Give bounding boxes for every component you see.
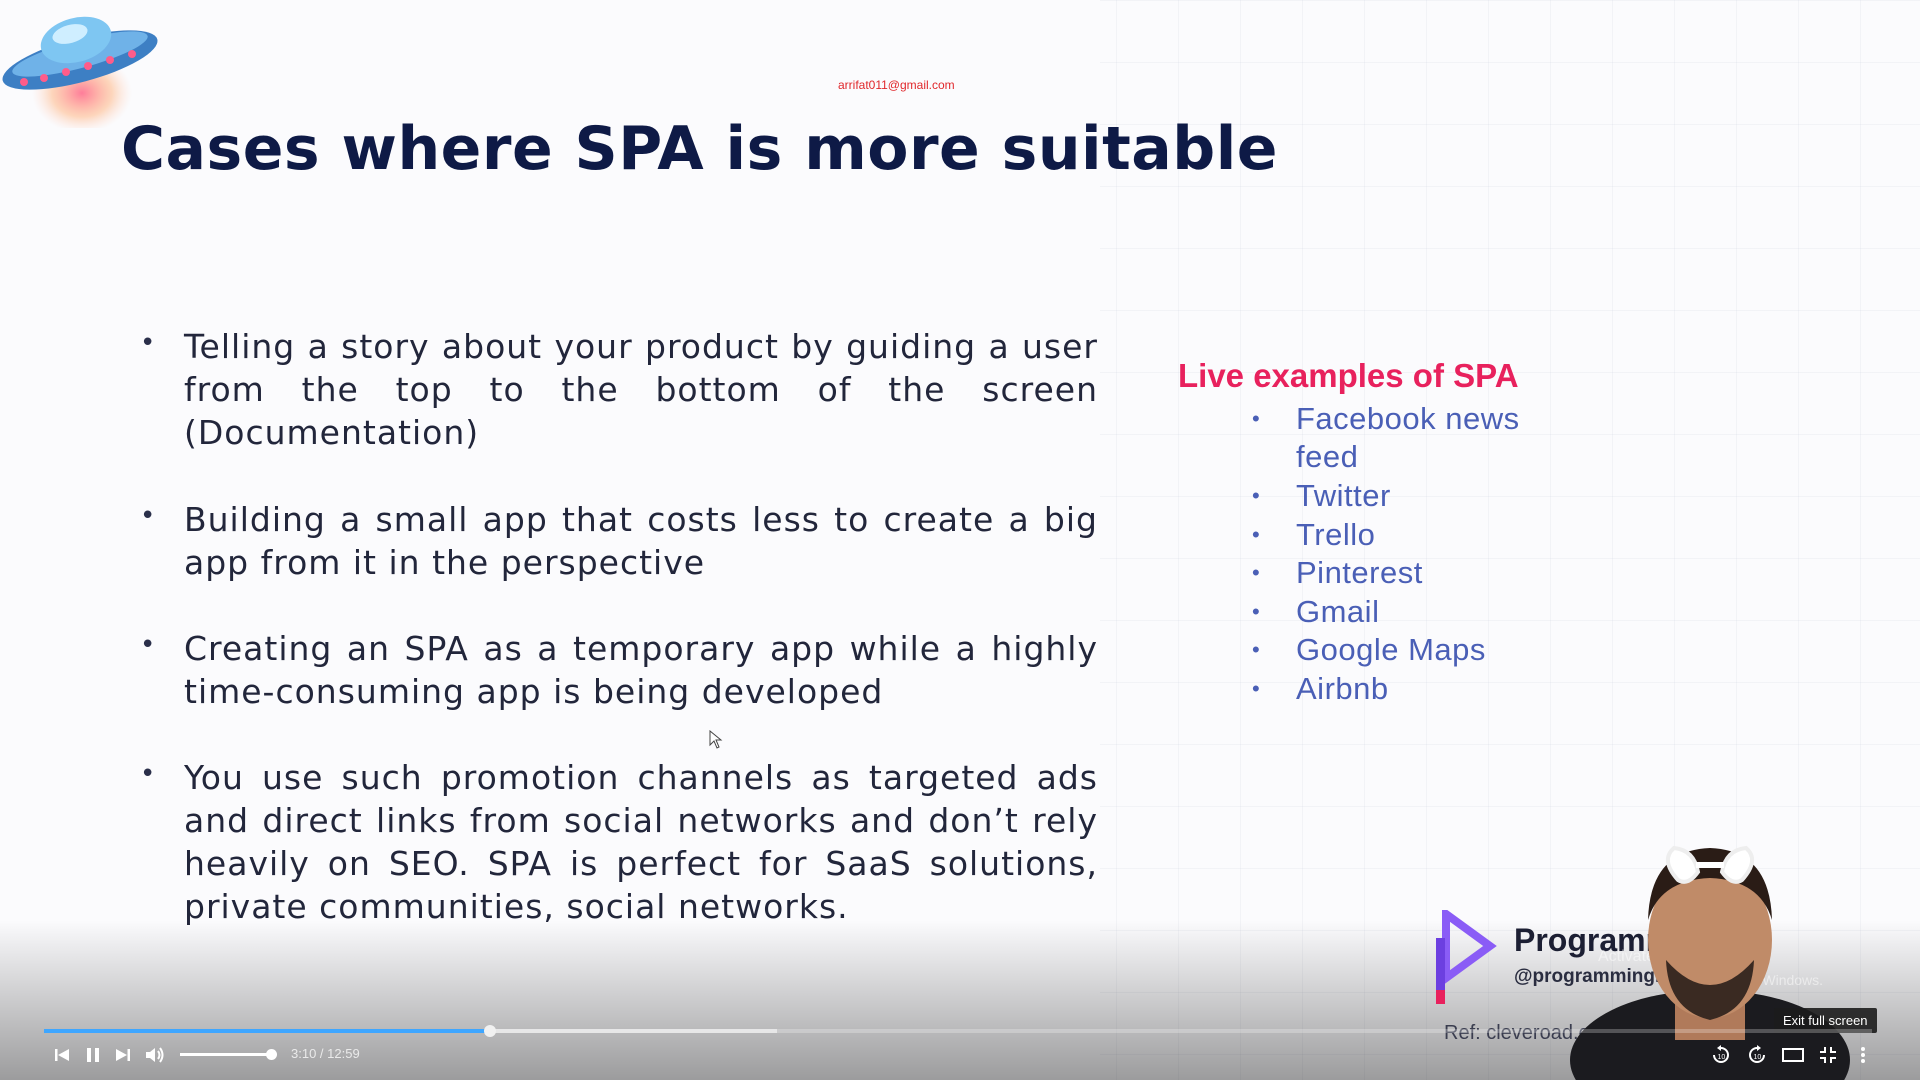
rewind-icon: 10 <box>1713 1045 1729 1063</box>
slide-title: Cases where SPA is more suitable <box>121 114 1278 184</box>
example-item: • Facebook news feed <box>1252 400 1652 477</box>
next-button[interactable] <box>111 1043 135 1067</box>
volume-icon <box>146 1047 164 1063</box>
bullet-text: Building a small app that costs less to … <box>184 500 1098 582</box>
bullet-dot: • <box>1252 483 1260 508</box>
svg-text:10: 10 <box>1718 1054 1726 1061</box>
bullet-dot: • <box>1252 675 1260 701</box>
volume-slider[interactable] <box>180 1053 272 1056</box>
bullet-text: Telling a story about your product by gu… <box>184 327 1098 452</box>
theater-mode-button[interactable] <box>1781 1043 1805 1067</box>
example-text: Facebook news feed <box>1296 401 1520 474</box>
bullet-dot: • <box>1252 560 1260 585</box>
bullet-dot: • <box>1252 521 1260 547</box>
bullet-dot: • <box>1252 406 1260 431</box>
bullet-dot: • <box>140 759 156 789</box>
forward-button[interactable]: 10 <box>1745 1043 1769 1067</box>
examples-heading: Live examples of SPA <box>1178 357 1519 394</box>
bullet-text: You use such promotion channels as targe… <box>184 758 1098 926</box>
example-text: Airbnb <box>1296 670 1389 706</box>
example-item: • Twitter <box>1252 477 1652 516</box>
example-text: Pinterest <box>1296 555 1423 590</box>
example-item: • Trello <box>1252 516 1652 555</box>
progress-scrubber[interactable] <box>484 1025 497 1037</box>
volume-level <box>180 1053 272 1056</box>
previous-icon <box>55 1049 69 1061</box>
volume-handle[interactable] <box>266 1049 277 1060</box>
example-item: • Pinterest <box>1252 554 1652 593</box>
more-options-icon <box>1861 1047 1865 1063</box>
example-text: Google Maps <box>1296 632 1486 667</box>
more-options-button[interactable] <box>1851 1043 1875 1067</box>
example-item: • Gmail <box>1252 593 1652 632</box>
channel-logo-icon <box>1436 910 1497 1004</box>
bullet-dot: • <box>1252 637 1260 662</box>
svg-text:10: 10 <box>1754 1054 1762 1061</box>
example-item: • Airbnb <box>1252 670 1652 709</box>
bullet-dot: • <box>140 630 156 660</box>
bullet-dot: • <box>140 328 156 358</box>
previous-button[interactable] <box>50 1043 74 1067</box>
examples-list: • Facebook news feed • Twitter • Trello • Pi… <box>1252 400 1652 708</box>
forward-icon: 10 <box>1749 1045 1765 1063</box>
progress-played <box>44 1029 491 1033</box>
email-label: arrifat011@gmail.com <box>838 78 955 92</box>
exit-fullscreen-icon <box>1820 1047 1836 1063</box>
next-icon <box>116 1049 130 1061</box>
bullet-text: Creating an SPA as a temporary app while… <box>184 629 1098 711</box>
pause-icon <box>87 1048 99 1062</box>
example-text: Gmail <box>1296 593 1380 629</box>
example-text: Twitter <box>1296 478 1391 513</box>
exit-fullscreen-button[interactable] <box>1816 1043 1840 1067</box>
pause-button[interactable] <box>81 1043 105 1067</box>
ufo-icon <box>2 16 158 128</box>
presenter-webcam <box>1570 845 1850 1080</box>
example-item: • Google Maps <box>1252 631 1652 670</box>
progress-bar[interactable] <box>44 1029 1872 1033</box>
rewind-button[interactable]: 10 <box>1709 1043 1733 1067</box>
volume-button[interactable] <box>143 1043 167 1067</box>
time-display: 3:10 / 12:59 <box>291 1046 360 1061</box>
example-text: Trello <box>1296 516 1376 552</box>
bullet-dot: • <box>140 501 156 531</box>
theater-mode-icon <box>1782 1048 1804 1062</box>
mouse-cursor-icon <box>709 730 723 749</box>
bullet-dot: • <box>1252 598 1260 624</box>
